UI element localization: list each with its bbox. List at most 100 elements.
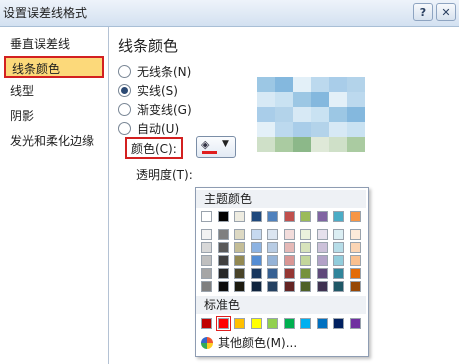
theme-color-swatch[interactable] [217, 211, 229, 222]
theme-shade-swatch[interactable] [250, 229, 262, 240]
theme-shade-swatch[interactable] [349, 242, 361, 253]
sidebar-item-shadow[interactable]: 阴影 [4, 105, 104, 127]
theme-shade-swatch[interactable] [267, 268, 278, 279]
preview-block [347, 77, 365, 92]
theme-shade-swatch[interactable] [234, 268, 245, 279]
theme-shade-swatch[interactable] [250, 255, 262, 266]
preview-block [275, 77, 293, 92]
theme-color-swatch[interactable] [250, 211, 262, 222]
theme-shade-swatch[interactable] [267, 242, 278, 253]
standard-color-swatch[interactable] [333, 318, 344, 329]
theme-shade-swatch[interactable] [250, 242, 262, 253]
theme-shade-swatch[interactable] [201, 229, 212, 240]
theme-shade-swatch[interactable] [283, 229, 295, 240]
option-label: 自动(U) [137, 122, 180, 136]
preview-block [275, 92, 293, 107]
theme-shade-swatch[interactable] [333, 268, 344, 279]
theme-color-swatch[interactable] [316, 211, 328, 222]
theme-shade-swatch[interactable] [201, 281, 212, 292]
theme-color-swatch[interactable] [349, 211, 361, 222]
theme-shade-swatch[interactable] [333, 242, 344, 253]
standard-color-swatch[interactable] [283, 318, 295, 329]
standard-color-swatch[interactable] [201, 318, 212, 329]
more-colors-label: 其他颜色(M)... [218, 336, 298, 350]
option-automatic[interactable]: 自动(U) [118, 120, 179, 138]
theme-shade-swatch[interactable] [300, 255, 311, 266]
more-colors-item[interactable]: 其他颜色(M)... [201, 334, 297, 352]
theme-shade-swatch[interactable] [283, 242, 295, 253]
theme-shade-swatch[interactable] [283, 268, 295, 279]
theme-shade-swatch[interactable] [349, 255, 361, 266]
standard-color-swatch[interactable] [234, 318, 245, 329]
radio-gradient-line[interactable] [118, 103, 131, 116]
theme-shade-swatch[interactable] [234, 229, 245, 240]
preview-block [293, 77, 311, 92]
theme-shade-swatch[interactable] [283, 281, 295, 292]
transparency-label: 透明度(T): [136, 168, 193, 182]
radio-solid-line[interactable] [118, 84, 131, 97]
standard-color-swatch[interactable] [300, 318, 311, 329]
theme-color-swatch[interactable] [201, 211, 212, 222]
color-label: 颜色(C): [125, 137, 183, 159]
sidebar-item-vertical-error-bars[interactable]: 垂直误差线 [4, 33, 104, 55]
option-label: 实线(S) [137, 84, 178, 98]
theme-shade-swatch[interactable] [333, 255, 344, 266]
theme-color-swatch[interactable] [283, 211, 295, 222]
standard-color-swatch[interactable] [267, 318, 278, 329]
theme-shade-swatch[interactable] [300, 229, 311, 240]
theme-shade-swatch[interactable] [316, 281, 328, 292]
theme-shade-swatch[interactable] [267, 229, 278, 240]
theme-shade-swatch[interactable] [349, 268, 361, 279]
option-no-line[interactable]: 无线条(N) [118, 63, 191, 81]
theme-shade-swatch[interactable] [283, 255, 295, 266]
standard-color-swatch[interactable] [349, 318, 361, 329]
theme-color-swatch[interactable] [333, 211, 344, 222]
preview-block [257, 107, 275, 122]
radio-no-line[interactable] [118, 65, 131, 78]
theme-color-swatch[interactable] [234, 211, 245, 222]
theme-shade-swatch[interactable] [316, 242, 328, 253]
theme-shade-swatch[interactable] [267, 255, 278, 266]
sidebar-item-glow-soft-edges[interactable]: 发光和柔化边缘 [4, 130, 104, 152]
theme-shade-swatch[interactable] [300, 281, 311, 292]
theme-shade-swatch[interactable] [316, 229, 328, 240]
preview-block [293, 137, 311, 152]
theme-color-swatch[interactable] [300, 211, 311, 222]
theme-shade-swatch[interactable] [201, 268, 212, 279]
theme-shade-swatch[interactable] [217, 242, 229, 253]
standard-color-swatch[interactable] [250, 318, 262, 329]
theme-shade-swatch[interactable] [316, 255, 328, 266]
theme-shade-swatch[interactable] [333, 229, 344, 240]
theme-shade-swatch[interactable] [201, 255, 212, 266]
option-solid-line[interactable]: 实线(S) [118, 82, 178, 100]
theme-shade-swatch[interactable] [234, 281, 245, 292]
option-gradient-line[interactable]: 渐变线(G) [118, 101, 192, 119]
theme-color-swatch[interactable] [267, 211, 278, 222]
standard-color-swatch[interactable] [316, 318, 328, 329]
theme-shade-swatch[interactable] [217, 268, 229, 279]
theme-shade-swatch[interactable] [267, 281, 278, 292]
close-button[interactable]: ✕ [436, 3, 456, 21]
help-button[interactable]: ? [413, 3, 433, 21]
preview-block [257, 137, 275, 152]
theme-shade-swatch[interactable] [217, 255, 229, 266]
radio-automatic[interactable] [118, 122, 131, 135]
category-sidebar: 垂直误差线 线条颜色 线型 阴影 发光和柔化边缘 [0, 27, 109, 364]
sidebar-item-line-style[interactable]: 线型 [4, 80, 104, 102]
theme-shade-swatch[interactable] [217, 281, 229, 292]
theme-shade-swatch[interactable] [250, 268, 262, 279]
theme-shade-swatch[interactable] [250, 281, 262, 292]
theme-shade-swatch[interactable] [217, 229, 229, 240]
color-picker-button[interactable]: ◈ ▼ [196, 136, 236, 158]
sidebar-item-line-color[interactable]: 线条颜色 [4, 56, 104, 78]
theme-shade-swatch[interactable] [300, 242, 311, 253]
theme-shade-swatch[interactable] [300, 268, 311, 279]
theme-shade-swatch[interactable] [349, 281, 361, 292]
theme-shade-swatch[interactable] [316, 268, 328, 279]
theme-shade-swatch[interactable] [201, 242, 212, 253]
theme-shade-swatch[interactable] [234, 242, 245, 253]
theme-shade-swatch[interactable] [349, 229, 361, 240]
theme-shade-swatch[interactable] [333, 281, 344, 292]
theme-shade-swatch[interactable] [234, 255, 245, 266]
standard-color-swatch[interactable] [215, 316, 231, 331]
